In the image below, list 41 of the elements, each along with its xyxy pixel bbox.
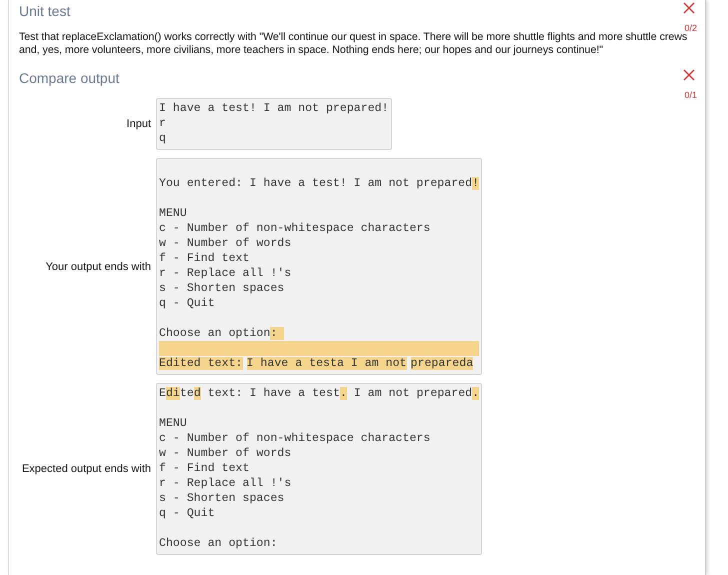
diff-highlight: . xyxy=(472,387,480,400)
output-text: q xyxy=(159,132,166,145)
score-text: 0/1 xyxy=(684,90,697,100)
score-text: 0/2 xyxy=(684,23,697,33)
output-text: text: I have a test xyxy=(206,387,340,400)
output-text: f - Find text xyxy=(159,462,250,475)
output-text: r - Replace all !'s xyxy=(159,267,292,280)
output-text: Choose an option xyxy=(159,327,270,340)
output-text: s - Shorten spaces xyxy=(159,282,284,295)
diff-highlight: prepareda xyxy=(410,357,474,370)
output-text: Choose an option: xyxy=(159,537,278,550)
output-text: E xyxy=(159,387,166,400)
output-text: te xyxy=(180,387,194,400)
row-label: Expected output ends with xyxy=(20,463,152,475)
row-label: Your output ends with xyxy=(44,260,152,272)
output-text: r - Replace all !'s xyxy=(159,477,292,490)
test-description: Test that replaceExclamation() works correctly with "We'll continue our quest in space. There will be more shuttle flights and more shuttle crews and, yes, more volunteers, more civilians, more teachers in space. Nothing ends here; our hopes and our journeys continue!" xyxy=(19,31,688,57)
output-text: f - Find text xyxy=(159,252,250,265)
diff-highlight: di xyxy=(166,387,180,400)
output-text: c - Number of non-whitespace characters xyxy=(159,222,430,235)
section-title: Compare output xyxy=(19,69,120,86)
output-text: q - Quit xyxy=(159,297,215,310)
diff-highlight: . xyxy=(340,387,347,400)
diff-highlight: Edited text: xyxy=(159,357,242,370)
output-text: w - Number of words xyxy=(159,237,292,250)
output-text: q - Quit xyxy=(159,507,215,520)
diff-highlight: I have a testa I am not xyxy=(246,357,407,370)
output-text: s - Shorten spaces xyxy=(159,492,284,505)
output-text: MENU xyxy=(159,207,187,220)
row-label: Input xyxy=(126,118,152,130)
output-text: I am not prepared xyxy=(352,387,472,400)
output-text: r xyxy=(159,117,166,130)
output-text: c - Number of non-whitespace characters xyxy=(159,432,430,445)
output-text: MENU xyxy=(159,417,187,430)
section-title: Unit test xyxy=(19,2,70,19)
diff-highlight: : xyxy=(270,327,284,340)
output-text: I have a test! I am not prepared! xyxy=(159,102,389,115)
output-text: You entered: I have a test! I am not prepared xyxy=(159,177,472,190)
diff-highlight: ! xyxy=(472,177,480,190)
diff-highlight: d xyxy=(194,387,201,400)
output-text: w - Number of words xyxy=(159,447,292,460)
